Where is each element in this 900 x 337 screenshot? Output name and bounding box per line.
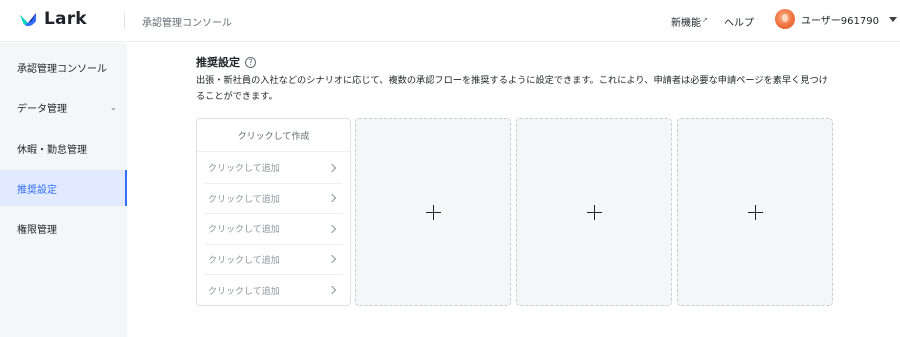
lark-logo-icon <box>20 13 36 27</box>
page-title: 推奨設定 ? <box>196 54 256 70</box>
sidebar-item-label: 権限管理 <box>17 224 57 236</box>
page-description: 出張・新社員の入社などのシナリオに応じて、複数の承認フローを推奨するように設定で… <box>196 75 828 102</box>
user-name: ユーザー961790 <box>801 15 879 27</box>
add-flow-row[interactable]: クリックして追加 <box>205 153 342 184</box>
plus-icon <box>586 204 602 220</box>
sidebar-item-label: 推奨設定 <box>17 184 57 196</box>
add-group-card[interactable] <box>355 118 511 306</box>
avatar <box>775 9 795 29</box>
caret-down-icon <box>888 16 897 22</box>
lark-logo[interactable]: Lark <box>18 9 87 29</box>
add-group-card[interactable] <box>516 118 672 306</box>
chevron-right-icon <box>327 255 337 264</box>
add-flow-row[interactable]: クリックして追加 <box>205 245 342 275</box>
external-link-icon: ↗ <box>702 15 708 24</box>
chevron-right-icon <box>327 224 337 233</box>
flow-list: クリックして追加 クリックして追加 クリックして追加 クリックして追加 クリック… <box>197 152 350 306</box>
nav-help-link[interactable]: ヘルプ <box>724 14 754 29</box>
add-flow-row[interactable]: クリックして追加 <box>205 184 342 214</box>
chevron-right-icon <box>327 194 337 203</box>
nav-new-label: 新機能 <box>671 18 701 29</box>
sidebar-item-data-management[interactable]: データ管理 ⌄ <box>0 89 127 125</box>
chevron-down-icon: ⌄ <box>110 103 117 112</box>
add-flow-label: クリックして追加 <box>208 194 280 205</box>
sidebar-item-label: 休暇・勤怠管理 <box>17 144 87 156</box>
sidebar-item-approval-console[interactable]: 承認管理コンソール <box>0 49 127 85</box>
header-divider <box>124 13 125 29</box>
chevron-right-icon <box>327 286 337 295</box>
sidebar-item-label: データ管理 <box>17 103 67 115</box>
create-group-button[interactable]: クリックして作成 <box>197 119 350 152</box>
sidebar-item-recommended-settings[interactable]: 推奨設定 <box>0 170 127 206</box>
add-flow-row[interactable]: クリックして追加 <box>205 275 342 306</box>
brand-name: Lark <box>44 9 87 29</box>
add-flow-label: クリックして追加 <box>208 255 280 266</box>
console-title: 承認管理コンソール <box>142 18 232 29</box>
sidebar-item-leave-attendance[interactable]: 休暇・勤怠管理 <box>0 130 127 166</box>
sidebar: 承認管理コンソール データ管理 ⌄ 休暇・勤怠管理 推奨設定 権限管理 <box>0 43 127 337</box>
plus-icon <box>747 204 763 220</box>
recommended-flow-card: クリックして作成 クリックして追加 クリックして追加 クリックして追加 クリック… <box>196 118 351 306</box>
sidebar-item-label: 承認管理コンソール <box>17 63 107 75</box>
add-flow-label: クリックして追加 <box>208 286 280 297</box>
add-group-card[interactable] <box>677 118 833 306</box>
add-flow-label: クリックして追加 <box>208 164 280 175</box>
chevron-right-icon <box>327 163 337 172</box>
nav-new-features-link[interactable]: 新機能↗ <box>671 14 708 29</box>
top-header: Lark 承認管理コンソール 新機能↗ ヘルプ ユーザー961790 <box>0 0 900 42</box>
help-icon[interactable]: ? <box>245 56 256 68</box>
user-menu[interactable]: ユーザー961790 <box>775 9 897 29</box>
sidebar-item-permissions[interactable]: 権限管理 <box>0 210 127 246</box>
add-flow-row[interactable]: クリックして追加 <box>205 214 342 245</box>
plus-icon <box>425 204 441 220</box>
page-title-text: 推奨設定 <box>196 56 240 69</box>
add-flow-label: クリックして追加 <box>208 225 280 236</box>
